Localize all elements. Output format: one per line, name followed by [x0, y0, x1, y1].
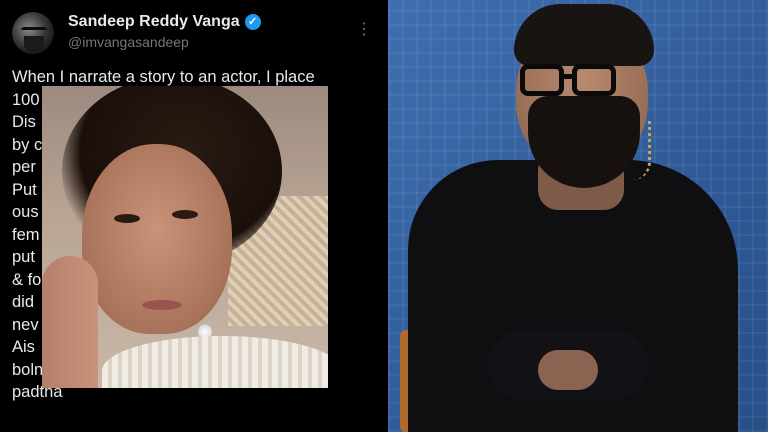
glasses-right-lens	[572, 64, 616, 96]
name-row: Sandeep Reddy Vanga ✓	[68, 13, 261, 31]
glasses-left-lens	[520, 64, 564, 96]
neck-chain	[633, 120, 651, 180]
glasses-bridge	[562, 74, 574, 79]
lips	[142, 300, 182, 310]
avatar-glasses	[21, 27, 47, 35]
right-eye	[172, 210, 198, 219]
left-eye	[114, 214, 140, 223]
hand	[42, 256, 98, 388]
verified-badge-icon: ✓	[244, 14, 261, 30]
inset-portrait-photo	[42, 86, 328, 388]
tweet-screenshot: Sandeep Reddy Vanga ✓ @imvangasandeep ⋮ …	[0, 0, 388, 432]
lace-dress	[102, 336, 328, 388]
avatar[interactable]	[12, 12, 54, 54]
avatar-beard	[24, 36, 44, 54]
tweet-header: Sandeep Reddy Vanga ✓ @imvangasandeep ⋮	[12, 10, 378, 54]
seated-man-photo	[388, 0, 768, 432]
hand	[538, 350, 598, 390]
more-options-icon[interactable]: ⋮	[356, 20, 372, 40]
display-name[interactable]: Sandeep Reddy Vanga	[68, 13, 240, 31]
hair	[514, 4, 654, 66]
handle[interactable]: @imvangasandeep	[68, 34, 189, 50]
